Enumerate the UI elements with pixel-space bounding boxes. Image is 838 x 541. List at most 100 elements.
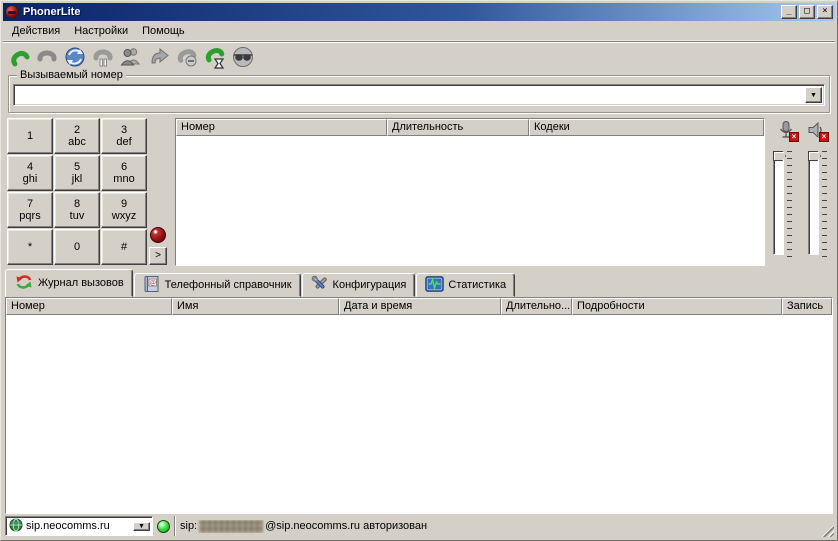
column-header-name[interactable]: Имя <box>172 298 339 315</box>
tab-label: Статистика <box>448 279 506 291</box>
phonerlite-window: PhonerLite _ □ × Действия Настройки Помо… <box>0 0 838 541</box>
mute-x-badge-icon: × <box>819 132 829 142</box>
hold-button[interactable] <box>89 44 117 71</box>
registration-status: sip: @sip.neocomms.ru авторизован <box>180 520 832 533</box>
transfer-button[interactable] <box>145 44 173 71</box>
do-not-disturb-button[interactable] <box>229 44 257 71</box>
registration-led <box>157 520 170 533</box>
reject-button[interactable] <box>173 44 201 71</box>
speaker-volume-slider[interactable] <box>808 151 829 266</box>
conference-button[interactable] <box>117 44 145 71</box>
expand-button[interactable]: > <box>149 247 167 265</box>
tab-bar: Журнал вызовов @ Телефонный справочник К… <box>5 269 833 297</box>
profile-combobox[interactable]: sip.neocomms.ru ▼ <box>5 516 153 536</box>
chevron-down-icon: ▼ <box>810 92 817 99</box>
microphone-slider-thumb[interactable] <box>773 151 786 161</box>
callee-number-group: Вызываемый номер ▼ <box>8 75 830 113</box>
refresh-arrows-icon <box>14 273 34 294</box>
toolbar <box>3 41 835 72</box>
phonebook-icon: @ <box>143 275 161 296</box>
dialpad-key-9[interactable]: 9wxyz <box>101 192 147 228</box>
auto-answer-button[interactable] <box>201 44 229 71</box>
dialpad-key-4[interactable]: 4ghi <box>7 155 53 191</box>
call-history-table: Номер Имя Дата и время Длительно... Подр… <box>5 297 833 514</box>
hangup-button[interactable] <box>33 44 61 71</box>
column-header-details[interactable]: Подробности <box>572 298 782 315</box>
call-state-led <box>150 227 166 243</box>
dialpad-key-7[interactable]: 7pqrs <box>7 192 53 228</box>
redacted-account-name <box>199 520 263 533</box>
tools-icon <box>311 275 329 296</box>
column-header-number[interactable]: Номер <box>6 298 172 315</box>
call-state-column: > <box>147 118 169 266</box>
minimize-button[interactable]: _ <box>781 5 797 19</box>
callee-number-label: Вызываемый номер <box>17 69 126 81</box>
handset-minus-icon <box>175 45 199 69</box>
dialpad-key-star[interactable]: * <box>7 229 53 265</box>
menu-help[interactable]: Помощь <box>135 23 192 39</box>
speaker-slider-track[interactable] <box>808 151 819 255</box>
svg-text:@: @ <box>149 278 156 286</box>
mute-speaker-button[interactable]: × <box>803 119 829 143</box>
mute-microphone-button[interactable]: × <box>773 119 799 143</box>
globe-icon <box>9 518 23 535</box>
microphone-slider-track[interactable] <box>773 151 784 255</box>
profile-dropdown-button[interactable]: ▼ <box>133 522 150 531</box>
stats-icon <box>425 276 444 295</box>
callee-number-value[interactable] <box>14 85 803 105</box>
green-handset-icon <box>7 45 31 69</box>
globe-refresh-icon <box>63 45 87 69</box>
tab-phonebook[interactable]: @ Телефонный справочник <box>134 273 301 297</box>
people-icon <box>119 45 143 69</box>
sunglasses-icon <box>231 45 255 69</box>
dialpad-key-hash[interactable]: # <box>101 229 147 265</box>
history-header-row: Номер Имя Дата и время Длительно... Подр… <box>6 298 832 315</box>
tab-call-log[interactable]: Журнал вызовов <box>5 269 133 297</box>
close-button[interactable]: × <box>817 5 833 19</box>
microphone-volume-slider[interactable] <box>773 151 794 266</box>
column-header-duration[interactable]: Длительно... <box>501 298 572 315</box>
dialpad-key-5[interactable]: 5jkl <box>54 155 100 191</box>
statusbar-divider <box>174 516 176 536</box>
active-call-header-row: Номер Длительность Кодеки <box>176 119 764 136</box>
dialpad-key-2[interactable]: 2abc <box>54 118 100 154</box>
dialpad-key-6[interactable]: 6mno <box>101 155 147 191</box>
history-list-body[interactable] <box>6 315 832 513</box>
menu-bar: Действия Настройки Помощь <box>3 21 835 41</box>
redial-button[interactable] <box>61 44 89 71</box>
volume-panel: × × <box>765 118 831 266</box>
callee-number-combobox[interactable]: ▼ <box>13 84 825 106</box>
handset-hourglass-icon <box>203 45 227 69</box>
dialpad-key-8[interactable]: 8tuv <box>54 192 100 228</box>
window-title: PhonerLite <box>23 6 779 18</box>
speaker-slider-thumb[interactable] <box>808 151 821 161</box>
tab-label: Конфигурация <box>333 279 407 291</box>
dialpad: 1 2abc 3def 4ghi 5jkl 6mno 7pqrs 8tuv 9w… <box>7 118 147 266</box>
microphone-slider-ticks <box>787 151 794 257</box>
active-call-list-body[interactable] <box>176 136 764 265</box>
profile-name: sip.neocomms.ru <box>26 520 131 532</box>
menu-settings[interactable]: Настройки <box>67 23 135 39</box>
status-prefix: sip: <box>180 520 197 532</box>
menu-actions[interactable]: Действия <box>5 23 67 39</box>
tab-statistics[interactable]: Статистика <box>416 273 515 297</box>
tab-configuration[interactable]: Конфигурация <box>302 273 416 297</box>
maximize-button[interactable]: □ <box>799 5 815 19</box>
column-header-codecs[interactable]: Кодеки <box>529 119 764 136</box>
dialpad-key-1[interactable]: 1 <box>7 118 53 154</box>
tab-label: Журнал вызовов <box>38 277 124 289</box>
column-header-number[interactable]: Номер <box>176 119 387 136</box>
column-header-record[interactable]: Запись <box>782 298 832 315</box>
forward-arrow-icon <box>147 45 171 69</box>
dialpad-key-0[interactable]: 0 <box>54 229 100 265</box>
column-header-datetime[interactable]: Дата и время <box>339 298 501 315</box>
title-bar: PhonerLite _ □ × <box>3 3 835 21</box>
dialpad-key-3[interactable]: 3def <box>101 118 147 154</box>
speaker-slider-ticks <box>822 151 829 257</box>
callee-number-dropdown-button[interactable]: ▼ <box>805 87 822 103</box>
chevron-down-icon: ▼ <box>138 523 145 530</box>
tab-label: Телефонный справочник <box>165 279 292 291</box>
main-panel: 1 2abc 3def 4ghi 5jkl 6mno 7pqrs 8tuv 9w… <box>7 118 831 266</box>
column-header-duration[interactable]: Длительность <box>387 119 529 136</box>
dial-button[interactable] <box>5 44 33 71</box>
